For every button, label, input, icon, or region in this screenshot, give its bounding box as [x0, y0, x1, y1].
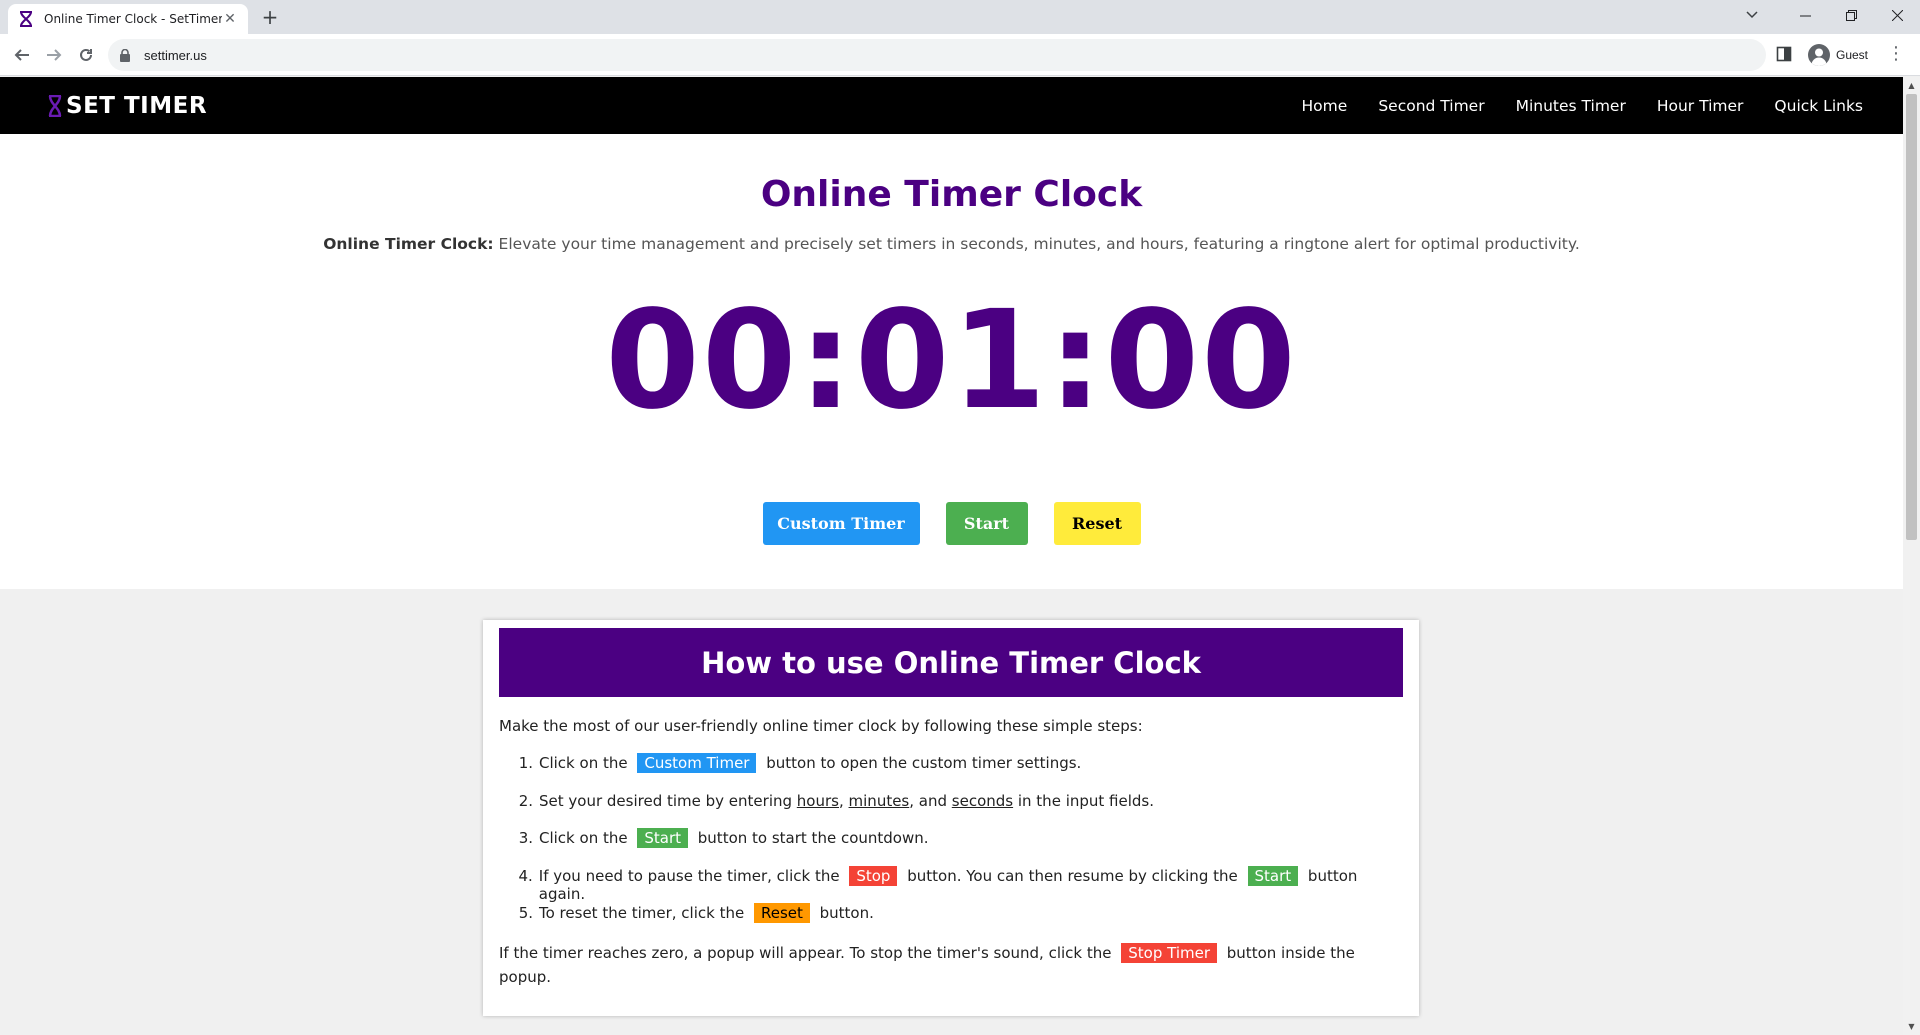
address-bar[interactable]: settimer.us: [108, 39, 1766, 71]
howto-title: How to use Online Timer Clock: [499, 628, 1403, 697]
step-text: Click on the Start button to start the c…: [539, 828, 929, 848]
howto-lead: Make the most of our user-friendly onlin…: [499, 717, 1143, 735]
step-text: To reset the timer, click the Reset butt…: [539, 903, 874, 923]
list-item: 5. To reset the timer, click the Reset b…: [499, 903, 1403, 942]
custom-timer-tag: Custom Timer: [637, 753, 757, 773]
seconds-term: seconds: [951, 791, 1014, 810]
nav-link-minutes-timer[interactable]: Minutes Timer: [1516, 97, 1626, 115]
scrollbar-thumb[interactable]: [1906, 94, 1917, 540]
timer-button-row: Custom Timer Start Reset: [0, 502, 1903, 545]
list-item: 1. Click on the Custom Timer button to o…: [499, 753, 1403, 792]
profile-label: Guest: [1836, 48, 1869, 62]
restore-icon[interactable]: [1828, 0, 1874, 30]
step-sep: ,: [838, 791, 849, 810]
step-number: 1.: [518, 754, 533, 772]
note-text-pre: If the timer reaches zero, a popup will …: [499, 944, 1117, 962]
logo-text: SET TIMER: [66, 93, 208, 119]
profile-button[interactable]: Guest: [1804, 41, 1872, 69]
step-text-pre: Set your desired time by entering: [539, 791, 797, 810]
reset-tag: Reset: [753, 903, 810, 923]
nav-link-second-timer[interactable]: Second Timer: [1378, 97, 1484, 115]
custom-timer-button[interactable]: Custom Timer: [762, 502, 920, 545]
lock-icon[interactable]: [120, 48, 132, 62]
nav-link-hour-timer[interactable]: Hour Timer: [1657, 97, 1744, 115]
back-arrow-icon[interactable]: [8, 41, 36, 69]
new-tab-button[interactable]: +: [258, 6, 282, 30]
site-logo[interactable]: SET TIMER: [48, 93, 207, 119]
site-navbar: SET TIMER Home Second Timer Minutes Time…: [0, 77, 1903, 134]
window-controls: [1782, 0, 1920, 30]
step-text: Set your desired time by entering hours,…: [539, 792, 1154, 810]
browser-tab-strip: Online Timer Clock - SetTimer.us ✕ +: [0, 0, 1920, 34]
step-number: 2.: [518, 791, 533, 810]
intro-strong: Online Timer Clock:: [323, 235, 494, 253]
scroll-up-arrow-icon[interactable]: ▲: [1903, 77, 1920, 94]
nav-link-quick-links[interactable]: Quick Links: [1774, 97, 1863, 115]
howto-steps: 1. Click on the Custom Timer button to o…: [499, 753, 1403, 942]
step-number: 4.: [518, 866, 533, 885]
nav-links: Home Second Timer Minutes Timer Hour Tim…: [1271, 77, 1863, 134]
tab-search-chevron-icon[interactable]: [1734, 2, 1770, 28]
howto-note: If the timer reaches zero, a popup will …: [499, 941, 1403, 989]
close-window-icon[interactable]: [1874, 0, 1920, 30]
hours-term: hours: [796, 791, 839, 810]
step-text-pre: Click on the: [539, 829, 633, 847]
list-item: 3. Click on the Start button to start th…: [499, 828, 1403, 867]
minutes-term: minutes: [848, 791, 910, 810]
start-tag: Start: [1247, 865, 1299, 886]
kebab-menu-icon[interactable]: ⋮: [1884, 42, 1908, 68]
nav-link-home[interactable]: Home: [1302, 97, 1348, 115]
step-text-post: button.: [814, 904, 874, 922]
intro-body: Elevate your time management and precise…: [493, 235, 1580, 253]
timer-hero: Online Timer Clock Online Timer Clock: E…: [0, 134, 1903, 589]
tab-close-icon[interactable]: ✕: [222, 11, 238, 27]
step-text-pre: If you need to pause the timer, click th…: [538, 866, 845, 885]
guest-avatar-icon: [1808, 44, 1830, 66]
step-number: 3.: [518, 829, 533, 847]
howto-card: How to use Online Timer Clock Make the m…: [483, 620, 1419, 1016]
stop-timer-tag: Stop Timer: [1121, 943, 1218, 963]
reset-button[interactable]: Reset: [1053, 502, 1141, 545]
stop-tag: Stop: [849, 865, 898, 886]
tab-title: Online Timer Clock - SetTimer.us: [44, 12, 222, 26]
step-text-pre: Click on the: [539, 754, 633, 772]
hourglass-favicon-icon: [18, 11, 34, 27]
url-text[interactable]: settimer.us: [144, 48, 207, 63]
page-viewport: SET TIMER Home Second Timer Minutes Time…: [0, 77, 1903, 1035]
minimize-icon[interactable]: [1782, 0, 1828, 30]
scroll-down-arrow-icon[interactable]: ▼: [1903, 1018, 1920, 1035]
page-scrollbar[interactable]: ▲ ▼: [1903, 77, 1920, 1035]
browser-tab[interactable]: Online Timer Clock - SetTimer.us ✕: [8, 4, 248, 34]
step-text-post: in the input fields.: [1013, 791, 1154, 810]
step-text-post: button to open the custom timer settings…: [761, 754, 1082, 772]
browser-toolbar: settimer.us Guest ⋮: [0, 34, 1920, 76]
step-text-post: button to start the countdown.: [693, 829, 929, 847]
start-button[interactable]: Start: [945, 502, 1028, 545]
step-text-mid: button. You can then resume by clicking …: [902, 866, 1243, 885]
forward-arrow-icon[interactable]: [40, 41, 68, 69]
reload-icon[interactable]: [72, 41, 100, 69]
hourglass-logo-icon: [48, 95, 62, 117]
timer-display: 00:01:00: [605, 282, 1298, 440]
start-tag: Start: [637, 828, 689, 848]
intro-text: Online Timer Clock: Elevate your time ma…: [0, 235, 1903, 253]
step-text: Click on the Custom Timer button to open…: [539, 753, 1082, 773]
page-title: Online Timer Clock: [760, 174, 1143, 215]
side-panel-icon[interactable]: [1776, 46, 1792, 62]
list-item: 2. Set your desired time by entering hou…: [499, 792, 1403, 830]
list-item: 4. If you need to pause the timer, click…: [499, 865, 1403, 905]
step-sep: , and: [909, 791, 952, 810]
step-number: 5.: [518, 904, 533, 922]
step-text: If you need to pause the timer, click th…: [538, 865, 1403, 903]
step-text-pre: To reset the timer, click the: [539, 904, 749, 922]
